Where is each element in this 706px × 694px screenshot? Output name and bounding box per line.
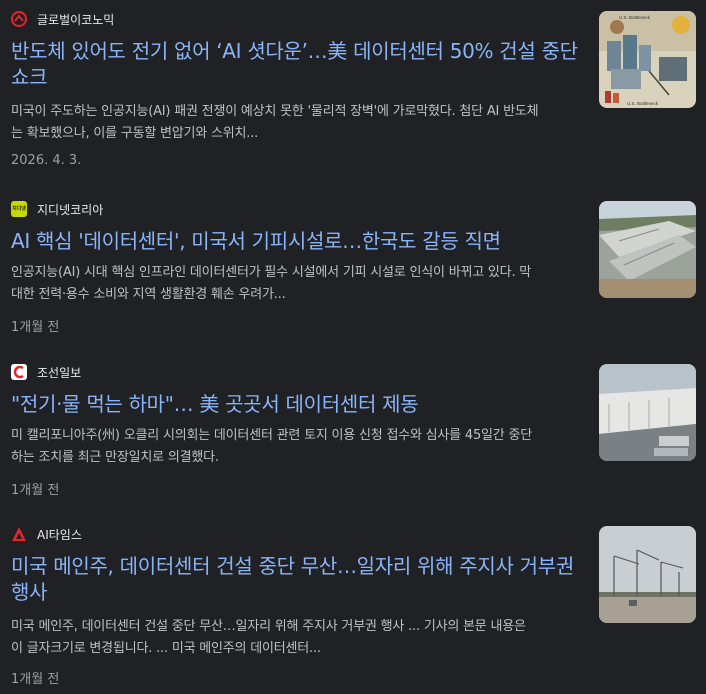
article-thumbnail[interactable]: U.S. Bottleneck U.S. Bottleneck [599, 11, 696, 108]
datacenter-illustration-image: U.S. Bottleneck U.S. Bottleneck [599, 11, 696, 108]
source-name: 지디넷코리아 [37, 202, 104, 217]
snippet-line: 미국이 주도하는 인공지능(AI) 패권 전쟁이 예상치 못한 '물리적 장벽'… [11, 104, 539, 119]
snippet-line: 미국 메인주, 데이터센터 건설 중단 무산…일자리 위해 주지사 거부권 행사… [11, 619, 526, 634]
title-line[interactable]: 행사 [11, 579, 586, 605]
article-title[interactable]: AI 핵심 '데이터센터', 미국서 기피시설로…한국도 갈등 직면 [11, 228, 586, 254]
article-date: 2026. 4. 3. [11, 153, 82, 168]
zdnet-korea-logo-icon: 지디넷 [11, 201, 27, 217]
thumb-label: U.S. Bottleneck [619, 15, 651, 20]
source-row[interactable]: 지디넷 지디넷코리아 [11, 200, 103, 218]
article-date: 1개월 전 [11, 672, 60, 687]
snippet-line: 인공지능(AI) 시대 핵심 인프라인 데이터센터가 필수 시설에서 기피 시설… [11, 265, 532, 280]
source-name: AI타임스 [37, 527, 82, 542]
datacenter-building-image [599, 364, 696, 461]
article-snippet: 미 캘리포니아주(州) 오클리 시의회는 데이터센터 관련 토지 이용 신청 접… [11, 425, 586, 469]
chosun-logo-icon [11, 364, 27, 380]
article-date: 1개월 전 [11, 320, 60, 335]
title-line[interactable]: 미국 메인주, 데이터센터 건설 중단 무산…일자리 위해 주지사 거부권 [11, 553, 586, 579]
construction-site-cranes-image [599, 526, 696, 623]
article-thumbnail[interactable] [599, 526, 696, 623]
snippet-line: 는 확보했으나, 이를 구동할 변압기와 스위치... [11, 126, 259, 141]
snippet-line: 미 캘리포니아주(州) 오클리 시의회는 데이터센터 관련 토지 이용 신청 접… [11, 428, 532, 443]
snippet-line: 하는 조치를 최근 만장일치로 의결했다. [11, 450, 219, 465]
logo-text: 지디넷 [12, 206, 26, 212]
title-line[interactable]: AI 핵심 '데이터센터', 미국서 기피시설로…한국도 갈등 직면 [11, 228, 586, 254]
thumb-label: U.S. Bottleneck [627, 101, 659, 106]
source-row[interactable]: 조선일보 [11, 363, 81, 381]
globaleconomic-logo-icon [11, 11, 27, 27]
article-snippet: 인공지능(AI) 시대 핵심 인프라인 데이터센터가 필수 시설에서 기피 시설… [11, 262, 586, 306]
title-line[interactable]: 쇼크 [11, 64, 586, 90]
article-thumbnail[interactable] [599, 364, 696, 461]
article-title[interactable]: 미국 메인주, 데이터센터 건설 중단 무산…일자리 위해 주지사 거부권 행사 [11, 553, 586, 605]
article-date: 1개월 전 [11, 483, 60, 498]
article-snippet: 미국이 주도하는 인공지능(AI) 패권 전쟁이 예상치 못한 '물리적 장벽'… [11, 101, 586, 145]
source-name: 글로벌이코노믹 [37, 12, 115, 27]
datacenter-construction-aerial-image [599, 201, 696, 298]
article-snippet: 미국 메인주, 데이터센터 건설 중단 무산…일자리 위해 주지사 거부권 행사… [11, 616, 586, 660]
snippet-line: 이 글자크기로 변경됩니다. ... 미국 메인주의 데이터센터... [11, 641, 321, 656]
source-row[interactable]: AI타임스 [11, 525, 82, 543]
title-line[interactable]: "전기·물 먹는 하마"… 美 곳곳서 데이터센터 제동 [11, 391, 586, 417]
snippet-line: 대한 전력·용수 소비와 지역 생활환경 훼손 우려가... [11, 287, 286, 302]
aitimes-logo-icon [11, 526, 27, 542]
source-row[interactable]: 글로벌이코노믹 [11, 10, 114, 28]
source-name: 조선일보 [37, 365, 82, 380]
article-thumbnail[interactable] [599, 201, 696, 298]
title-line[interactable]: 반도체 있어도 전기 없어 ‘AI 셧다운’…美 데이터센터 50% 건설 중단 [11, 38, 586, 64]
article-title[interactable]: 반도체 있어도 전기 없어 ‘AI 셧다운’…美 데이터센터 50% 건설 중단… [11, 38, 586, 90]
article-title[interactable]: "전기·물 먹는 하마"… 美 곳곳서 데이터센터 제동 [11, 391, 586, 417]
